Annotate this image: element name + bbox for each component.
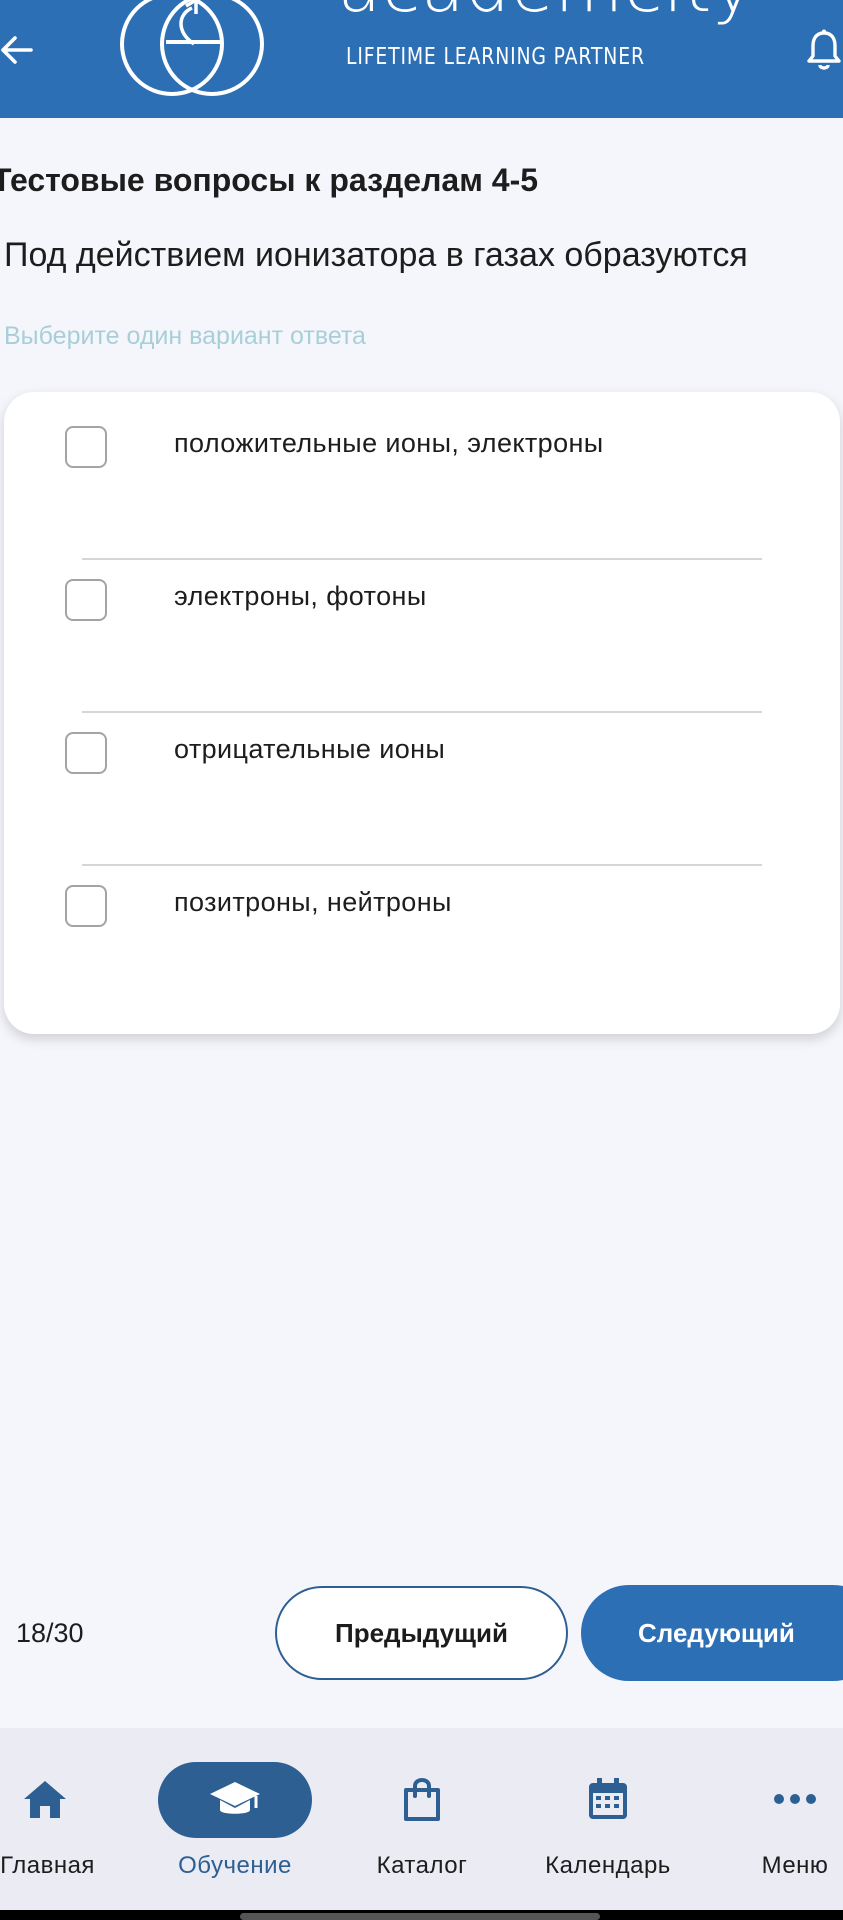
bottom-navigation: Главная Обучение Каталог Календарь Меню	[0, 1728, 843, 1910]
bell-icon	[807, 29, 841, 70]
system-gesture-bar	[0, 1910, 843, 1920]
answer-option-2[interactable]: электроны, фотоны	[4, 545, 840, 655]
answer-option-1[interactable]: положительные ионы, электроны	[4, 392, 840, 502]
nav-item-catalog[interactable]: Каталог	[362, 1728, 482, 1910]
nav-item-home[interactable]: Главная	[0, 1728, 115, 1910]
brand-name: academcity	[338, 0, 755, 22]
nav-label: Обучение	[178, 1852, 292, 1879]
question-text: Под действием ионизатора в газах образую…	[4, 236, 748, 274]
previous-button[interactable]: Предыдущий	[275, 1586, 568, 1680]
nav-label: Каталог	[376, 1852, 468, 1879]
app-header: academcity LIFETIME LEARNING PARTNER	[0, 0, 843, 118]
home-icon	[0, 1764, 90, 1834]
option-checkbox[interactable]	[65, 885, 107, 927]
gesture-handle[interactable]	[240, 1913, 600, 1920]
brand-logo: academcity LIFETIME LEARNING PARTNER	[120, 0, 754, 116]
answer-option-4[interactable]: позитроны, нейтроны	[4, 851, 840, 961]
nav-label: Меню	[761, 1852, 829, 1879]
graduation-cap-icon	[158, 1762, 312, 1838]
nav-label: Календарь	[545, 1852, 671, 1879]
option-label: позитроны, нейтроны	[174, 887, 452, 917]
section-title: Тестовые вопросы к разделам 4-5	[0, 162, 539, 198]
option-checkbox[interactable]	[65, 579, 107, 621]
shopping-bag-icon	[377, 1764, 467, 1834]
question-progress: 18/30	[16, 1618, 84, 1648]
answer-hint: Выберите один вариант ответа	[4, 322, 366, 350]
more-dots-icon	[750, 1764, 840, 1834]
option-label: положительные ионы, электроны	[174, 428, 604, 458]
brand-tagline: LIFETIME LEARNING PARTNER	[346, 44, 645, 70]
option-checkbox[interactable]	[65, 426, 107, 468]
calendar-icon	[563, 1764, 653, 1834]
option-checkbox[interactable]	[65, 732, 107, 774]
next-button[interactable]: Следующий	[581, 1585, 843, 1681]
nav-item-menu[interactable]: Меню	[747, 1728, 843, 1910]
option-label: отрицательные ионы	[174, 734, 446, 764]
nav-item-learning[interactable]: Обучение	[158, 1728, 312, 1910]
nav-label: Главная	[0, 1852, 95, 1879]
notifications-button[interactable]	[799, 26, 843, 74]
logo-mark-icon	[120, 0, 264, 96]
arrow-left-icon	[1, 36, 33, 64]
nav-item-calendar[interactable]: Календарь	[538, 1728, 678, 1910]
option-label: электроны, фотоны	[174, 581, 427, 611]
answer-options-list: положительные ионы, электроны электроны,…	[4, 392, 840, 1034]
answer-option-3[interactable]: отрицательные ионы	[4, 698, 840, 808]
back-button[interactable]	[0, 22, 38, 78]
